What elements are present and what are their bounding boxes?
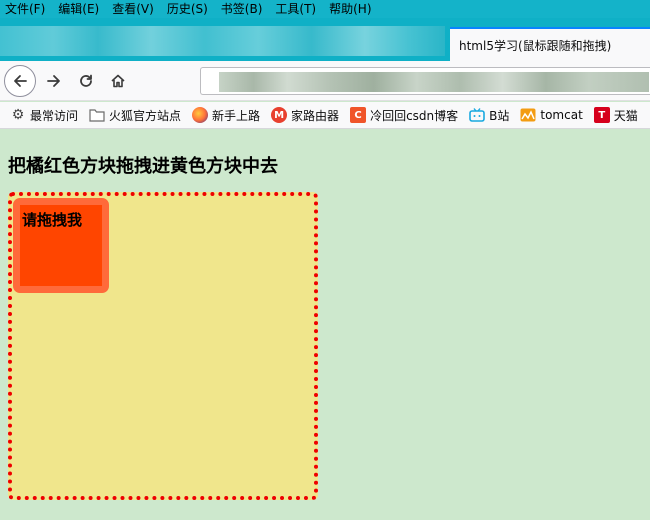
menu-bookmarks[interactable]: 书签(B)	[221, 0, 263, 18]
bilibili-icon	[469, 107, 485, 123]
menu-edit[interactable]: 编辑(E)	[58, 0, 99, 18]
menu-bar: 文件(F) 编辑(E) 查看(V) 历史(S) 书签(B) 工具(T) 帮助(H…	[0, 0, 650, 18]
nav-bar	[0, 61, 650, 101]
bookmark-firefox-site[interactable]: 火狐官方站点	[89, 107, 181, 124]
bookmark-label: 天猫	[613, 108, 638, 123]
menu-history[interactable]: 历史(S)	[167, 0, 208, 18]
bookmark-csdn[interactable]: C 冷回回csdn博客	[350, 107, 458, 124]
blurred-url	[219, 72, 649, 92]
bookmark-label: 新手上路	[212, 108, 261, 123]
bookmark-label: 家路由器	[291, 108, 340, 123]
bookmark-most-visited[interactable]: ⚙ 最常访问	[10, 107, 78, 124]
tmall-icon: T	[593, 107, 610, 123]
reload-button[interactable]	[70, 65, 102, 97]
folder-icon	[89, 107, 105, 123]
bookmark-label: B站	[489, 108, 510, 123]
bookmark-router[interactable]: M 家路由器	[271, 107, 339, 124]
csdn-icon: C	[350, 107, 367, 123]
bookmark-bilibili[interactable]: B站	[469, 107, 509, 124]
bookmarks-bar: ⚙ 最常访问 火狐官方站点 新手上路 M 家路由器 C 冷回回csdn博客 B站…	[0, 102, 650, 129]
url-bar[interactable]	[200, 67, 650, 95]
back-button[interactable]	[4, 65, 36, 97]
home-icon	[111, 74, 125, 88]
gear-icon: ⚙	[11, 107, 25, 123]
bookmark-tomcat[interactable]: tomcat	[520, 107, 583, 123]
page-content: 把橘红色方块拖拽进黄色方块中去 请拖拽我	[0, 130, 650, 520]
firefox-icon	[192, 107, 209, 123]
forward-button[interactable]	[38, 65, 70, 97]
draggable-box-label: 请拖拽我	[22, 211, 83, 229]
back-arrow-icon	[14, 75, 27, 87]
bookmark-label: 最常访问	[30, 108, 79, 123]
menu-tools[interactable]: 工具(T)	[275, 0, 316, 18]
bookmark-label: tomcat	[540, 108, 583, 122]
menu-file[interactable]: 文件(F)	[5, 0, 45, 18]
reload-icon	[80, 74, 92, 87]
bookmark-getting-started[interactable]: 新手上路	[192, 107, 260, 124]
bookmark-label: 火狐官方站点	[109, 108, 182, 123]
tab-title: html5学习(鼠标跟随和拖拽)	[459, 38, 612, 53]
draggable-box[interactable]: 请拖拽我	[13, 198, 109, 293]
menu-help[interactable]: 帮助(H)	[329, 0, 371, 18]
tab-active[interactable]: html5学习(鼠标跟随和拖拽)	[450, 27, 650, 61]
bookmark-tmall[interactable]: T 天猫	[593, 107, 638, 124]
menu-view[interactable]: 查看(V)	[112, 0, 154, 18]
router-icon: M	[271, 107, 288, 123]
tomcat-icon	[520, 107, 536, 123]
bookmark-label: 冷回回csdn博客	[370, 108, 459, 123]
forward-arrow-icon	[47, 75, 60, 87]
tab-strip: html5学习(鼠标跟随和拖拽)	[0, 18, 650, 61]
page-heading: 把橘红色方块拖拽进黄色方块中去	[8, 156, 278, 177]
blurred-tabs	[0, 26, 445, 56]
home-button[interactable]	[102, 65, 134, 97]
